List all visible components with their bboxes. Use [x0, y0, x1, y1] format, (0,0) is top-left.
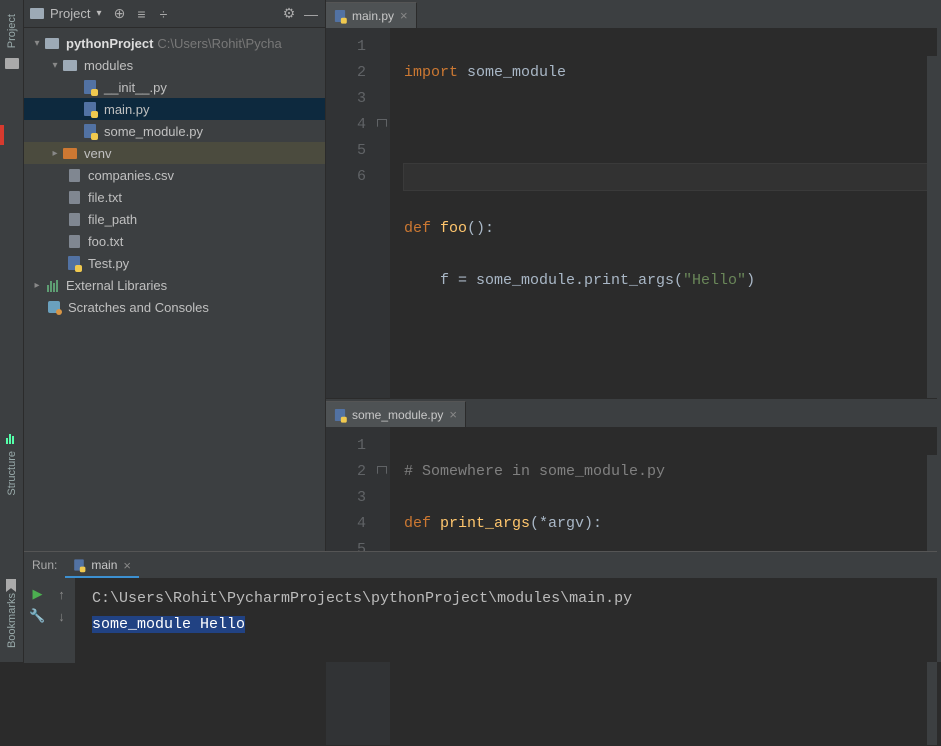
tool-window-rail: Project Structure Bookmarks [0, 0, 24, 662]
close-icon[interactable]: × [123, 558, 131, 573]
rail-bookmarks[interactable]: Bookmarks [2, 587, 22, 654]
project-sidebar: Project ▾ ⊕ ≡ ÷ ⚙ — pythonProject C:\Use… [24, 0, 326, 551]
tree-file-test[interactable]: Test.py [24, 252, 325, 274]
run-output-line: some_module Hello [92, 616, 245, 633]
folder-icon [30, 8, 44, 19]
expand-icon[interactable]: ≡ [134, 6, 150, 22]
editor-pane-main: main.py × 123456 import some_module def … [326, 0, 937, 399]
tree-root[interactable]: pythonProject C:\Users\Rohit\Pycha [24, 32, 325, 54]
tree-label: External Libraries [66, 278, 167, 293]
tab-label: some_module.py [352, 408, 443, 422]
run-body: ▶ ↑ 🔧 ↓ C:\Users\Rohit\PycharmProjects\p… [24, 578, 937, 663]
code-content[interactable]: import some_module def foo(): f = some_m… [390, 28, 937, 398]
accent-marker [0, 125, 4, 145]
tree-file[interactable]: foo.txt [24, 230, 325, 252]
chevron-down-icon[interactable]: ▾ [96, 8, 101, 19]
tree-label: __init__.py [104, 80, 167, 95]
tree-file-some-module[interactable]: some_module.py [24, 120, 325, 142]
folder-icon[interactable] [5, 58, 19, 69]
tree-file[interactable]: file_path [24, 208, 325, 230]
hide-icon[interactable]: — [303, 6, 319, 22]
run-tool-window: Run: main × ▶ ↑ 🔧 ↓ C:\Users\Rohit\Pycha… [24, 551, 937, 662]
run-label: Run: [32, 558, 57, 572]
rail-structure[interactable]: Structure [2, 445, 22, 502]
arrow-up-icon[interactable]: ↑ [54, 586, 70, 602]
editor-tabs: main.py × [326, 0, 937, 28]
tree-file-main[interactable]: main.py [24, 98, 325, 120]
editor-tabs: some_module.py × [326, 399, 937, 427]
tree-label: file.txt [88, 190, 122, 205]
tree-external-libraries[interactable]: External Libraries [24, 274, 325, 296]
tab-main[interactable]: main.py × [326, 2, 417, 28]
tree-file[interactable]: file.txt [24, 186, 325, 208]
arrow-down-icon[interactable]: ↓ [54, 608, 70, 624]
tree-label: pythonProject [66, 36, 153, 51]
gear-icon[interactable]: ⚙ [281, 6, 297, 22]
code-editor[interactable]: 123456 import some_module def foo(): f =… [326, 28, 937, 398]
tree-label: Test.py [88, 256, 129, 271]
collapse-icon[interactable]: ÷ [156, 6, 172, 22]
gutter: 123456 [326, 28, 374, 398]
run-tab-main[interactable]: main × [65, 552, 139, 578]
tab-label: main.py [352, 9, 394, 23]
tree-label: companies.csv [88, 168, 174, 183]
run-tab-label: main [91, 558, 117, 572]
tree-folder-modules[interactable]: modules [24, 54, 325, 76]
tree-path: C:\Users\Rohit\Pycha [157, 36, 281, 51]
fold-column [374, 28, 390, 398]
tree-label: Scratches and Consoles [68, 300, 209, 315]
sidebar-title[interactable]: Project [50, 6, 90, 21]
close-icon[interactable]: × [449, 407, 457, 422]
run-toolbar: ▶ ↑ 🔧 ↓ [24, 578, 76, 663]
target-icon[interactable]: ⊕ [112, 6, 128, 22]
tree-label: venv [84, 146, 111, 161]
right-edge [937, 0, 941, 662]
tree-label: file_path [88, 212, 137, 227]
play-icon[interactable]: ▶ [30, 586, 46, 602]
run-cmd: C:\Users\Rohit\PycharmProjects\pythonPro… [92, 590, 632, 607]
python-icon [335, 10, 345, 22]
tree-label: some_module.py [104, 124, 203, 139]
run-output[interactable]: C:\Users\Rohit\PycharmProjects\pythonPro… [76, 578, 937, 663]
scrollbar[interactable] [927, 56, 937, 398]
tree-file-init[interactable]: __init__.py [24, 76, 325, 98]
rail-project[interactable]: Project [2, 8, 22, 54]
python-icon [335, 409, 345, 421]
tree-label: foo.txt [88, 234, 123, 249]
tree-label: main.py [104, 102, 150, 117]
python-icon [75, 559, 85, 570]
fold-marker-icon[interactable] [377, 466, 387, 478]
wrench-icon[interactable]: 🔧 [30, 608, 46, 624]
run-header: Run: main × [24, 552, 937, 578]
tree-label: modules [84, 58, 133, 73]
tree-file[interactable]: companies.csv [24, 164, 325, 186]
tree-folder-venv[interactable]: venv [24, 142, 325, 164]
sidebar-header: Project ▾ ⊕ ≡ ÷ ⚙ — [24, 0, 325, 28]
fold-marker-icon[interactable] [377, 119, 387, 131]
close-icon[interactable]: × [400, 8, 408, 23]
structure-icon[interactable] [6, 432, 18, 444]
editor-area: main.py × 123456 import some_module def … [326, 0, 937, 551]
project-tree: pythonProject C:\Users\Rohit\Pycha modul… [24, 28, 325, 551]
tab-some-module[interactable]: some_module.py × [326, 401, 466, 427]
tree-scratches[interactable]: Scratches and Consoles [24, 296, 325, 318]
